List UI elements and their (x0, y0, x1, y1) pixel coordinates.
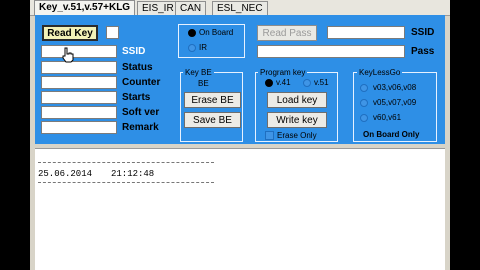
pass-field[interactable] (257, 45, 405, 58)
soft-ver-field[interactable] (41, 106, 117, 119)
keylessgo-title: KeyLessGo (357, 68, 403, 77)
klg-option-2-label: v05,v07,v09 (373, 98, 417, 107)
klg-option-3-radio[interactable] (360, 114, 368, 122)
v41-label: v.41 (276, 78, 291, 87)
key-be-title: Key BE (183, 68, 214, 77)
ir-label: IR (199, 43, 207, 52)
ssid-right-label: SSID (411, 27, 435, 38)
v51-radio[interactable] (303, 79, 311, 87)
be-label: BE (198, 79, 209, 88)
log-date: 25.06.2014 (38, 169, 93, 179)
log-time: 21:12:48 (111, 169, 155, 179)
soft-ver-label: Soft ver (122, 107, 160, 118)
app-window: Key_v.51,v.57+KLG EIS_IR CAN ESL_NEC Rea… (30, 0, 450, 270)
erase-be-button[interactable]: Erase BE (184, 92, 241, 108)
ssid-right-field[interactable] (327, 26, 405, 39)
on-board-only-label: On Board Only (363, 130, 420, 139)
ssid-label: SSID (122, 46, 146, 57)
erase-only-checkbox[interactable] (265, 131, 274, 140)
counter-field[interactable] (41, 76, 117, 89)
remark-field[interactable] (41, 121, 117, 134)
log-separator-top (38, 162, 214, 163)
klg-option-1-radio[interactable] (360, 84, 368, 92)
ir-radio[interactable] (188, 44, 196, 52)
on-board-radio[interactable] (188, 29, 196, 37)
program-key-title: Program key (258, 68, 308, 77)
hand-cursor-icon (62, 47, 74, 63)
status-label: Status (122, 62, 153, 73)
counter-label: Counter (122, 77, 161, 88)
v51-label: v.51 (314, 78, 329, 87)
v41-radio[interactable] (265, 79, 273, 87)
load-key-button[interactable]: Load key (267, 92, 327, 108)
on-board-label: On Board (199, 28, 234, 37)
status-field[interactable] (41, 61, 117, 74)
save-be-button[interactable]: Save BE (184, 112, 241, 128)
starts-label: Starts (122, 92, 151, 103)
read-key-button[interactable]: Read Key (42, 25, 98, 41)
read-pass-button[interactable]: Read Pass (257, 25, 317, 41)
tab-bar: Key_v.51,v.57+KLG EIS_IR CAN ESL_NEC (30, 0, 450, 16)
key-panel: Read Key SSID Status Counter Starts Soft… (35, 15, 445, 144)
log-separator-bottom (38, 182, 214, 183)
tab-esl-nec[interactable]: ESL_NEC (212, 1, 268, 15)
key-slot-field[interactable] (106, 26, 119, 39)
klg-option-2-radio[interactable] (360, 99, 368, 107)
log-output: 25.06.2014 21:12:48 (35, 148, 445, 270)
klg-option-3-label: v60,v61 (373, 113, 402, 122)
tab-eis-ir[interactable]: EIS_IR (137, 1, 179, 15)
ssid-field[interactable] (41, 45, 117, 58)
write-key-button[interactable]: Write key (267, 112, 327, 128)
starts-field[interactable] (41, 91, 117, 104)
tab-can[interactable]: CAN (175, 1, 207, 15)
remark-label: Remark (122, 122, 159, 133)
tab-key[interactable]: Key_v.51,v.57+KLG (34, 0, 136, 16)
klg-option-1-label: v03,v06,v08 (373, 83, 417, 92)
pass-label: Pass (411, 46, 435, 57)
erase-only-label: Erase Only (277, 131, 317, 140)
